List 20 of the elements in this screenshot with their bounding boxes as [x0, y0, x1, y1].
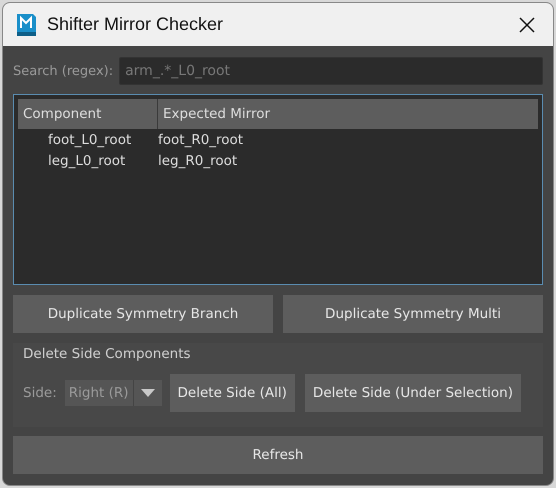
column-header[interactable]: Component — [18, 99, 158, 129]
search-field[interactable]: arm_.*_L0_root — [119, 57, 543, 85]
delete-button[interactable]: Delete Side (All) — [170, 374, 295, 412]
group-title: Delete Side Components — [23, 345, 192, 364]
side-dropdown[interactable]: Right (R) — [64, 380, 162, 406]
column-header[interactable]: Expected Mirror — [158, 99, 270, 129]
dropdown-arrow-icon — [140, 389, 155, 397]
table-cell: foot_R0_root — [158, 132, 244, 148]
table-cell-text: foot_L0_root — [47, 132, 132, 148]
duplicate-button[interactable]: Duplicate Symmetry Multi — [283, 295, 543, 333]
delete-button[interactable]: Delete Side (Under Selection) — [304, 374, 521, 412]
table-cell: leg_R0_root — [158, 152, 238, 168]
refresh-button[interactable]: Refresh — [13, 436, 543, 474]
table-cell-text: leg_L0_root — [47, 152, 126, 168]
search-label: Search (regex): — [13, 64, 114, 78]
close-icon[interactable] — [519, 16, 535, 32]
window-title: Shifter Mirror Checker — [47, 14, 224, 35]
app-icon — [15, 12, 37, 38]
side-label: Side: — [23, 385, 57, 401]
duplicate-button[interactable]: Duplicate Symmetry Branch — [13, 295, 273, 333]
